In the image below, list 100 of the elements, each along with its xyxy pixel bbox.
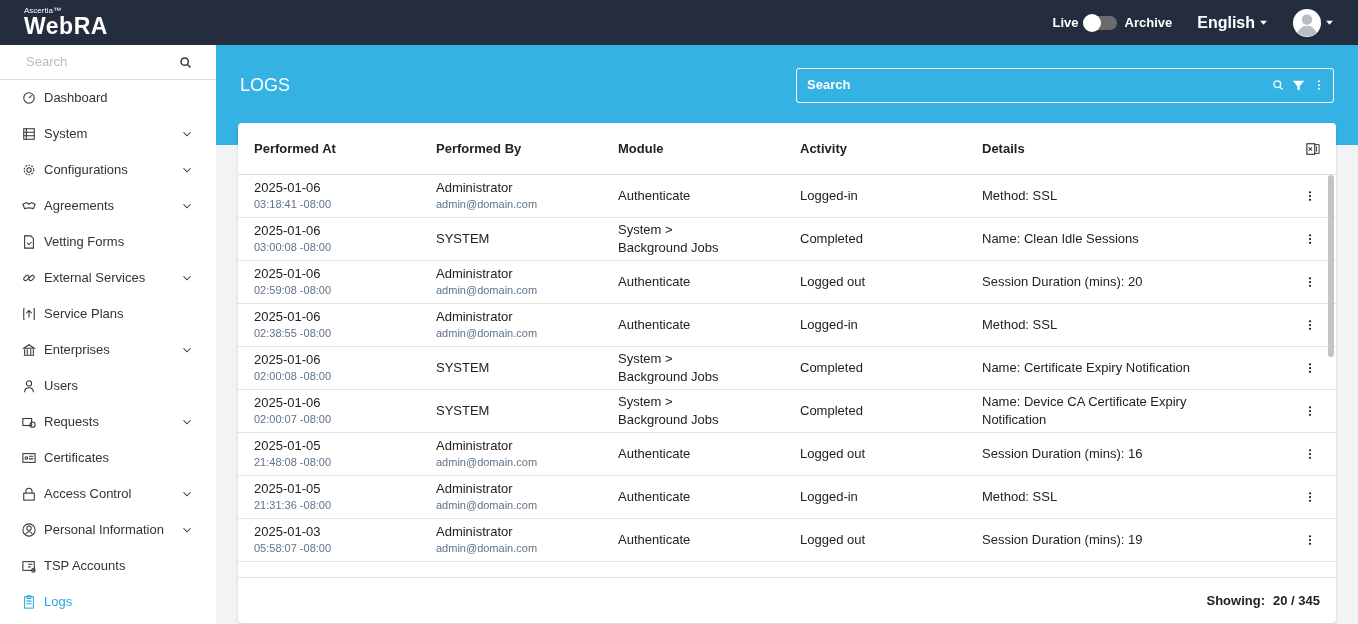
- user-circle-icon: [22, 523, 36, 537]
- details-text: Name: Device CA Certificate Expiry Notification: [982, 393, 1187, 427]
- user-name: Administrator: [436, 308, 514, 327]
- user-name: Administrator: [436, 437, 514, 456]
- language-dropdown[interactable]: English: [1196, 9, 1269, 36]
- sidebar-item[interactable]: Configurations: [0, 152, 216, 188]
- date-text: 2025-01-06: [254, 394, 322, 413]
- user-name: SYSTEM: [436, 358, 491, 377]
- details-text: Session Duration (mins): 16: [982, 445, 1143, 461]
- details-text: Name: Clean Idle Sessions: [982, 230, 1139, 246]
- certificate-icon: [22, 451, 36, 465]
- activity-text: Completed: [800, 230, 863, 246]
- module-text: Authenticate: [618, 530, 692, 549]
- time-text: 03:18:41 -08:00: [254, 197, 333, 213]
- page-title: LOGS: [240, 73, 291, 97]
- user-email: admin@domain.com: [436, 197, 539, 213]
- date-text: 2025-01-06: [254, 179, 322, 198]
- sidebar-item[interactable]: Vetting Forms: [0, 224, 216, 260]
- user-email: admin@domain.com: [436, 498, 539, 514]
- caret-icon: [1259, 18, 1268, 27]
- lock-icon: [22, 487, 36, 501]
- sidebar-item[interactable]: Certificates: [0, 440, 216, 476]
- server-icon: [22, 127, 36, 141]
- details-text: Method: SSL: [982, 488, 1058, 504]
- caret-icon: [1325, 18, 1334, 27]
- toggle-switch[interactable]: [1082, 15, 1117, 30]
- sidebar-item[interactable]: Requests: [0, 404, 216, 440]
- user-email: admin@domain.com: [436, 283, 539, 299]
- sidebar-item[interactable]: System: [0, 116, 216, 152]
- module-text: Authenticate: [618, 487, 692, 506]
- avatar-icon[interactable]: [1293, 8, 1321, 37]
- column-header[interactable]: Module: [618, 138, 800, 159]
- date-text: 2025-01-06: [254, 308, 322, 327]
- module-text: Authenticate: [618, 186, 692, 205]
- sidebar-item[interactable]: Dashboard: [0, 80, 216, 116]
- gear-icon: [22, 163, 36, 177]
- activity-text: Logged out: [800, 445, 866, 461]
- activity-text: Logged-in: [800, 488, 858, 504]
- search-bar[interactable]: Search: [796, 67, 1334, 103]
- activity-text: Completed: [800, 359, 863, 375]
- user-email: admin@domain.com: [436, 455, 539, 471]
- date-text: 2025-01-06: [254, 351, 322, 370]
- module-text: Authenticate: [618, 444, 692, 463]
- sidebar-item[interactable]: Enterprises: [0, 332, 216, 368]
- details-text: Name: Certificate Expiry Notification: [982, 359, 1191, 375]
- brand-tagline: Ascertia™: [24, 7, 62, 15]
- user-name: Administrator: [436, 265, 514, 284]
- logo: WebRA: [24, 15, 108, 38]
- activity-text: Logged out: [800, 273, 866, 289]
- column-header[interactable]: Performed At: [254, 138, 436, 159]
- details-text: Method: SSL: [982, 316, 1058, 332]
- activity-text: Logged-in: [800, 187, 858, 203]
- module-text: System > Background Jobs: [618, 220, 720, 257]
- id-card-icon: [22, 559, 36, 573]
- module-text: Authenticate: [618, 315, 692, 334]
- date-text: 2025-01-06: [254, 222, 322, 241]
- upload-icon: [22, 307, 36, 321]
- column-header[interactable]: Activity: [800, 138, 982, 159]
- user-email: admin@domain.com: [436, 541, 539, 557]
- user-name: SYSTEM: [436, 229, 491, 248]
- module-text: System > Background Jobs: [618, 392, 720, 429]
- activity-text: Logged-in: [800, 316, 858, 332]
- document-icon: [22, 235, 36, 249]
- sidebar-item[interactable]: Access Control: [0, 476, 216, 512]
- search-field[interactable]: Search: [805, 74, 1264, 96]
- user-icon: [22, 379, 36, 393]
- sidebar-item[interactable]: Service Plans: [0, 296, 216, 332]
- bank-icon: [22, 343, 36, 357]
- card-icon: [22, 415, 36, 429]
- time-text: 02:59:08 -08:00: [254, 283, 333, 299]
- user-name: Administrator: [436, 523, 514, 542]
- showing-label: Showing:: [1206, 591, 1265, 610]
- details-text: Session Duration (mins): 20: [982, 273, 1143, 289]
- time-text: 21:31:36 -08:00: [254, 498, 333, 514]
- module-text: Authenticate: [618, 272, 692, 291]
- sidebar-item[interactable]: TSP Accounts: [0, 548, 216, 584]
- activity-text: Logged out: [800, 531, 866, 547]
- module-text: System > Background Jobs: [618, 349, 720, 386]
- column-header[interactable]: Performed By: [436, 138, 618, 159]
- column-header[interactable]: Details: [982, 138, 1164, 159]
- sidebar-item[interactable]: External Services: [0, 260, 216, 296]
- activity-text: Completed: [800, 402, 863, 418]
- sidebar-item[interactable]: Users: [0, 368, 216, 404]
- details-text: Method: SSL: [982, 187, 1058, 203]
- archive-label: Archive: [1124, 13, 1173, 32]
- user-name: SYSTEM: [436, 401, 491, 420]
- date-text: 2025-01-05: [254, 437, 322, 456]
- user-name: Administrator: [436, 480, 514, 499]
- sidebar-item[interactable]: Agreements: [0, 188, 216, 224]
- gauge-icon: [22, 91, 36, 105]
- scrollbar[interactable]: [1328, 175, 1334, 357]
- search-icon[interactable]: [179, 55, 192, 69]
- time-text: 02:00:07 -08:00: [254, 412, 333, 428]
- sidebar-item[interactable]: Personal Information: [0, 512, 216, 548]
- record-count: 20 / 345: [1273, 591, 1320, 610]
- live-label: Live: [1052, 13, 1079, 32]
- details-text: Session Duration (mins): 19: [982, 531, 1143, 547]
- spreadsheet-export-icon[interactable]: [1306, 141, 1320, 156]
- time-text: 05:58:07 -08:00: [254, 541, 333, 557]
- date-text: 2025-01-05: [254, 480, 322, 499]
